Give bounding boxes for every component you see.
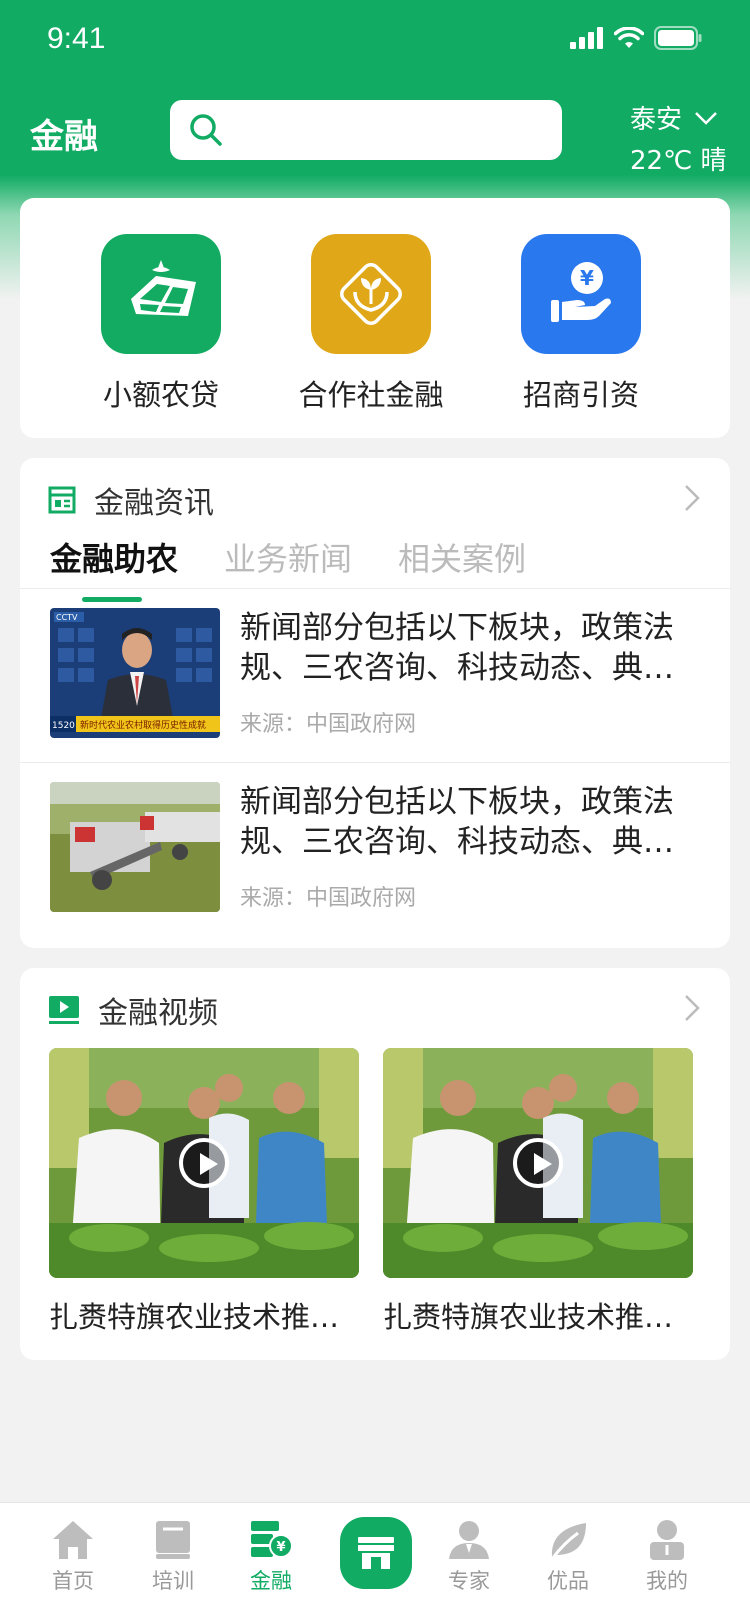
video-item[interactable]: 扎赉特旗农业技术推广中心 — [383, 1048, 693, 1336]
news-thumbnail: CCTV 1520 新时代农业农村取得历史性成就 — [50, 608, 220, 738]
video-title: 扎赉特旗农业技术推广中心 — [49, 1300, 359, 1334]
quick-action-label: 小额农贷 — [102, 378, 219, 412]
tab-profile[interactable]: 我的 — [622, 1515, 712, 1595]
expert-icon — [424, 1515, 514, 1561]
quick-actions-card: 小额农贷 合作社金融 ¥ 招商引资 — [20, 198, 730, 438]
video-item[interactable]: 扎赉特旗农业技术推广中心 — [49, 1048, 359, 1336]
finance-icon: ¥ — [226, 1515, 316, 1561]
header: 金融 泰安 22℃ 晴 — [0, 95, 750, 176]
sprout-hands-icon — [311, 234, 431, 354]
signal-icon — [570, 27, 603, 49]
tab-label: 我的 — [646, 1569, 688, 1593]
location-selector[interactable]: 泰安 22℃ 晴 — [630, 99, 727, 177]
finance-video-card: 金融视频 扎赉特旗农业技术推广中心 — [20, 968, 730, 1360]
video-section-title: 金融视频 — [98, 996, 218, 1031]
news-icon — [48, 486, 76, 514]
video-thumbnail — [383, 1048, 693, 1278]
video-section-header[interactable]: 金融视频 — [48, 990, 702, 1031]
leaf-icon — [523, 1515, 613, 1561]
video-icon — [49, 996, 79, 1024]
chevron-right-icon[interactable] — [682, 482, 702, 514]
finance-news-card: 金融资讯 金融助农 业务新闻 相关案例 CCTV 1520 新时代农业农村取得历… — [20, 458, 730, 948]
bottom-tab-bar: 首页 培训 ¥ 金融 专家 优品 我的 — [0, 1502, 750, 1600]
video-title: 扎赉特旗农业技术推广中心 — [383, 1300, 693, 1334]
svg-text:¥: ¥ — [276, 1540, 285, 1555]
tab-label: 专家 — [448, 1569, 490, 1593]
tab-training[interactable]: 培训 — [128, 1515, 218, 1595]
profile-icon — [622, 1515, 712, 1561]
video-thumbnail — [49, 1048, 359, 1278]
tab-label: 金融 — [250, 1569, 292, 1593]
news-title: 新闻部分包括以下板块，政策法规、三农咨询、科技动态、典型案例 — [240, 610, 674, 686]
quick-action-coop-finance[interactable]: 合作社金融 — [276, 234, 466, 414]
quick-action-investment[interactable]: ¥ 招商引资 — [486, 234, 676, 414]
news-section-header[interactable]: 金融资讯 — [48, 480, 702, 521]
location-city: 泰安 — [630, 105, 683, 135]
play-icon[interactable] — [513, 1138, 563, 1188]
svg-text:¥: ¥ — [580, 266, 594, 290]
news-title: 新闻部分包括以下板块，政策法规、三农咨询、科技动态、典型案例 — [240, 784, 674, 860]
tab-label: 首页 — [52, 1569, 94, 1593]
tab-expert[interactable]: 专家 — [424, 1515, 514, 1595]
tab-store-center[interactable] — [340, 1517, 412, 1589]
chevron-right-icon[interactable] — [682, 992, 702, 1024]
home-icon — [28, 1515, 118, 1561]
store-icon — [358, 1537, 394, 1569]
news-item[interactable]: CCTV 1520 新时代农业农村取得历史性成就 新闻部分包括以下板块，政策法规… — [20, 588, 730, 762]
status-icons — [570, 26, 702, 50]
tab-label: 培训 — [152, 1569, 194, 1593]
tab-label: 优品 — [547, 1569, 589, 1593]
news-section-title: 金融资讯 — [94, 486, 214, 521]
svg-text:1520: 1520 — [52, 721, 75, 731]
quick-action-small-loan[interactable]: 小额农贷 — [66, 234, 256, 414]
book-icon — [128, 1515, 218, 1561]
search-input[interactable] — [240, 110, 540, 150]
wifi-icon — [614, 27, 644, 48]
location-weather: 22℃ 晴 — [630, 146, 727, 176]
play-icon[interactable] — [179, 1138, 229, 1188]
search-icon — [190, 114, 222, 146]
status-time: 9:41 — [47, 22, 106, 55]
status-bar: 9:41 — [0, 0, 750, 80]
farm-field-icon — [101, 234, 221, 354]
tab-home[interactable]: 首页 — [28, 1515, 118, 1595]
tab-finance[interactable]: ¥ 金融 — [226, 1515, 316, 1595]
svg-text:CCTV: CCTV — [56, 613, 78, 622]
news-item[interactable]: 新闻部分包括以下板块，政策法规、三农咨询、科技动态、典型案例 来源：中国政府网 — [20, 762, 730, 936]
yuan-hand-icon: ¥ — [521, 234, 641, 354]
news-thumbnail — [50, 782, 220, 912]
tab-quality-products[interactable]: 优品 — [523, 1515, 613, 1595]
quick-action-label: 合作社金融 — [298, 378, 444, 412]
chevron-down-icon — [695, 111, 717, 125]
news-thumbnail-caption: 新时代农业农村取得历史性成就 — [80, 719, 206, 731]
news-source: 来源：中国政府网 — [240, 886, 417, 911]
news-source: 来源：中国政府网 — [240, 712, 417, 737]
search-box[interactable] — [170, 100, 562, 160]
page-title: 金融 — [30, 117, 98, 157]
quick-action-label: 招商引资 — [522, 378, 639, 412]
battery-icon — [654, 26, 702, 50]
